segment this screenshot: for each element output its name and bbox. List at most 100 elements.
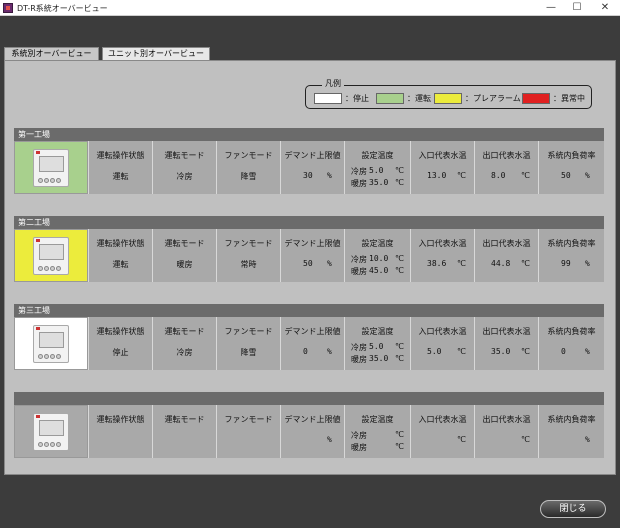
cool-label: 冷房 (351, 343, 367, 352)
value-text: 運転 (112, 260, 129, 269)
unit-text: ℃ (457, 259, 466, 268)
close-button[interactable]: 閉じる (540, 500, 606, 518)
value-text: 降雪 (240, 348, 257, 357)
group-name: 第二工場 (14, 216, 604, 229)
operation-mode-cell: 運転モード (152, 405, 216, 458)
unit-text: ℃ (521, 259, 530, 268)
controller-buttons-icon (38, 176, 66, 183)
unit-text: % (585, 347, 590, 356)
legend-label-error: ：異常中 (553, 94, 585, 103)
column-label: 運転操作状態 (96, 239, 145, 248)
operation-status-cell: 運転操作状態 停止 (88, 317, 152, 370)
status-indicator[interactable] (14, 229, 88, 282)
unit-text: ℃ (521, 347, 530, 356)
controller-buttons-icon (38, 352, 66, 359)
unit-text: ℃ (521, 435, 530, 444)
column-label: デマンド上限値 (284, 415, 341, 424)
unit-text: ℃ (457, 347, 466, 356)
tab-system-overview[interactable]: 系統別オーバービュー (4, 47, 99, 60)
demand-limit-cell: デマンド上限値 30% (280, 141, 344, 194)
cool-label: 冷房 (351, 167, 367, 176)
legend-swatch-error (522, 93, 550, 104)
column-label: 系統内負荷率 (547, 415, 596, 424)
column-label: 運転操作状態 (96, 415, 145, 424)
value-text: 99 (561, 259, 571, 268)
minimize-button[interactable]: — (538, 0, 564, 16)
demand-limit-cell: デマンド上限値 50% (280, 229, 344, 282)
operation-status-cell: 運転操作状態 (88, 405, 152, 458)
cool-temp-value: 10.0 (369, 254, 389, 263)
heat-label: 暖房 (351, 355, 367, 364)
column-label: 運転モード (164, 239, 205, 248)
column-label: 出口代表水温 (482, 415, 531, 424)
unit-text: % (585, 259, 590, 268)
load-rate-cell: 系統内負荷率 99% (538, 229, 604, 282)
column-label: 系統内負荷率 (547, 327, 596, 336)
value-text: 5.0 (427, 347, 442, 356)
load-rate-cell: 系統内負荷率% (538, 405, 604, 458)
column-label: ファンモード (224, 239, 273, 248)
operation-mode-cell: 運転モード 冷房 (152, 317, 216, 370)
inlet-temp-cell: 入口代表水温 38.6 ℃ (410, 229, 474, 282)
fan-mode-cell: ファンモード 常時 (216, 229, 280, 282)
heat-temp-value: 35.0 (369, 354, 389, 363)
heat-temp-value: 45.0 (369, 266, 389, 275)
column-label: 出口代表水温 (482, 239, 531, 248)
status-indicator[interactable] (14, 317, 88, 370)
load-rate-cell: 系統内負荷率 0% (538, 317, 604, 370)
unit-text: % (327, 435, 332, 444)
value-text: 降雪 (240, 172, 257, 181)
status-indicator[interactable] (14, 141, 88, 194)
fan-mode-cell: ファンモード 降雪 (216, 317, 280, 370)
controller-screen-icon (39, 156, 64, 172)
value-text: 冷房 (176, 348, 193, 357)
unit-text: ℃ (395, 254, 404, 263)
column-label: 運転操作状態 (96, 151, 145, 160)
operation-mode-cell: 運転モード 暖房 (152, 229, 216, 282)
column-label: 入口代表水温 (418, 415, 467, 424)
unit-text: % (585, 435, 590, 444)
value-text: 50 (561, 171, 571, 180)
close-window-button[interactable]: ✕ (592, 0, 618, 16)
value-text: 50 (303, 259, 313, 268)
heat-label: 暖房 (351, 179, 367, 188)
value-text: 暖房 (176, 260, 193, 269)
column-label: 入口代表水温 (418, 151, 467, 160)
status-indicator[interactable] (14, 405, 88, 458)
unit-text: % (585, 171, 590, 180)
cool-temp-value: 5.0 (369, 342, 384, 351)
column-label: ファンモード (224, 327, 273, 336)
app-icon (3, 3, 13, 13)
value-text: 運転 (112, 172, 129, 181)
outlet-temp-cell: 出口代表水温 ℃ (474, 405, 538, 458)
unit-text: ℃ (457, 435, 466, 444)
controller-buttons-icon (38, 440, 66, 447)
group-name: 第一工場 (14, 128, 604, 141)
column-label: 設定温度 (361, 151, 394, 160)
unit-group: 第三工場 運転操作状態 停止 運転モード 冷房 ファンモード 降雪 デマンド上限値 0% 設定温度… (14, 304, 604, 370)
remote-controller-icon (33, 237, 69, 275)
controller-screen-icon (39, 332, 64, 348)
legend-label-run: ：運転 (407, 94, 431, 103)
set-temp-cell: 設定温度 冷房 10.0 ℃ 暖房 45.0 ℃ (344, 229, 410, 282)
inlet-temp-cell: 入口代表水温 13.0 ℃ (410, 141, 474, 194)
unit-group: 第二工場 運転操作状態 運転 運転モード 暖房 ファンモード 常時 デマンド上限値 50% 設定温… (14, 216, 604, 282)
column-label: 入口代表水温 (418, 327, 467, 336)
maximize-button[interactable]: ☐ (564, 0, 590, 16)
legend-swatch-prealarm (434, 93, 462, 104)
column-label: ファンモード (224, 151, 273, 160)
column-label: 出口代表水温 (482, 327, 531, 336)
tab-unit-overview[interactable]: ユニット別オーバービュー (102, 47, 210, 60)
fan-mode-cell: ファンモード (216, 405, 280, 458)
value-text: 30 (303, 171, 313, 180)
value-text: 44.8 (491, 259, 511, 268)
heat-label: 暖房 (351, 267, 367, 276)
group-body: 運転操作状態 運転モード ファンモード デマンド上限値% 設定温度 冷房 ℃ 暖房 ℃ 入口代表水… (14, 405, 604, 458)
remote-controller-icon (33, 413, 69, 451)
value-text: 13.0 (427, 171, 447, 180)
legend-swatch-stop (314, 93, 342, 104)
value-text: 常時 (240, 260, 257, 269)
value-text: 停止 (112, 348, 129, 357)
brand-logo-icon (36, 327, 40, 330)
unit-text: ℃ (395, 354, 404, 363)
